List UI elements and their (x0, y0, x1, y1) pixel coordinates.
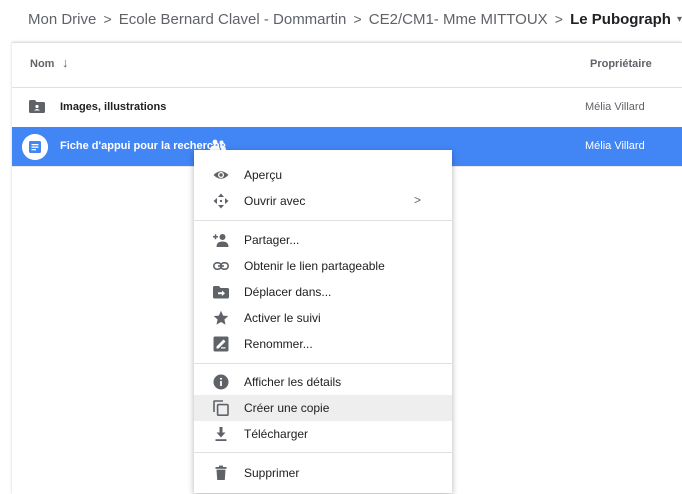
file-owner: Mélia Villard (585, 101, 645, 113)
menu-item-supprimer[interactable]: Supprimer (194, 460, 452, 486)
move-folder-icon (213, 286, 229, 299)
shared-folder-icon (29, 100, 45, 113)
menu-item-label: Supprimer (244, 466, 300, 480)
file-name: Images, illustrations (60, 101, 167, 113)
rename-icon (213, 336, 229, 352)
star-icon (213, 310, 229, 325)
file-owner: Mélia Villard (585, 140, 645, 152)
menu-item-apercu[interactable]: Aperçu (194, 162, 452, 188)
menu-item-activer-suivi[interactable]: Activer le suivi (194, 305, 452, 331)
breadcrumb-separator: > (103, 11, 112, 27)
menu-item-label: Télécharger (244, 427, 309, 441)
menu-divider (194, 220, 452, 221)
download-icon (215, 427, 227, 441)
menu-item-partager[interactable]: Partager... (194, 227, 452, 253)
menu-item-label: Créer une copie (244, 401, 330, 415)
column-header-owner[interactable]: Propriétaire (590, 58, 652, 70)
menu-item-afficher-details[interactable]: Afficher les détails (194, 369, 452, 395)
menu-item-label: Déplacer dans... (244, 285, 332, 299)
list-item[interactable]: Images, illustrations Mélia Villard (12, 88, 682, 128)
breadcrumb-item-class[interactable]: CE2/CM1- Mme MITTOUX (369, 11, 548, 28)
menu-item-telecharger[interactable]: Télécharger (194, 421, 452, 447)
menu-item-label: Afficher les détails (244, 375, 342, 389)
column-header-name[interactable]: Nom (30, 58, 54, 70)
info-icon (213, 374, 229, 390)
chevron-right-icon: > (414, 193, 422, 207)
breadcrumb-item-current[interactable]: Le Pubograph (570, 11, 671, 28)
context-menu: Aperçu Ouvrir avec > Partager... Obtenir… (194, 150, 452, 493)
breadcrumb-item-mon-drive[interactable]: Mon Drive (28, 11, 96, 28)
chevron-down-icon[interactable]: ▾ (677, 14, 682, 25)
add-person-icon (213, 234, 229, 247)
menu-item-label: Partager... (244, 233, 300, 247)
menu-item-creer-copie[interactable]: Créer une copie (194, 395, 452, 421)
eye-icon (213, 171, 229, 179)
menu-item-ouvrir-avec[interactable]: Ouvrir avec > (194, 188, 452, 214)
move-arrows-icon (213, 193, 229, 209)
menu-item-deplacer[interactable]: Déplacer dans... (194, 279, 452, 305)
breadcrumb: Mon Drive > Ecole Bernard Clavel - Domma… (0, 0, 682, 38)
menu-item-lien-partageable[interactable]: Obtenir le lien partageable (194, 253, 452, 279)
copy-icon (213, 400, 229, 416)
menu-item-label: Activer le suivi (244, 311, 321, 325)
menu-item-label: Aperçu (244, 168, 283, 182)
menu-divider (194, 363, 452, 364)
breadcrumb-separator: > (353, 11, 362, 27)
trash-icon (215, 465, 227, 480)
menu-item-renommer[interactable]: Renommer... (194, 331, 452, 357)
menu-divider (194, 452, 452, 453)
breadcrumb-separator: > (554, 11, 563, 27)
sort-arrow-icon[interactable]: ↓ (62, 55, 69, 70)
menu-item-label: Obtenir le lien partageable (244, 259, 385, 273)
menu-item-label: Renommer... (244, 337, 313, 351)
list-header: Nom ↓ Propriétaire (12, 43, 682, 88)
menu-item-label: Ouvrir avec (244, 194, 306, 208)
breadcrumb-item-ecole[interactable]: Ecole Bernard Clavel - Dommartin (119, 11, 347, 28)
google-doc-icon (22, 134, 48, 160)
link-icon (213, 262, 229, 271)
